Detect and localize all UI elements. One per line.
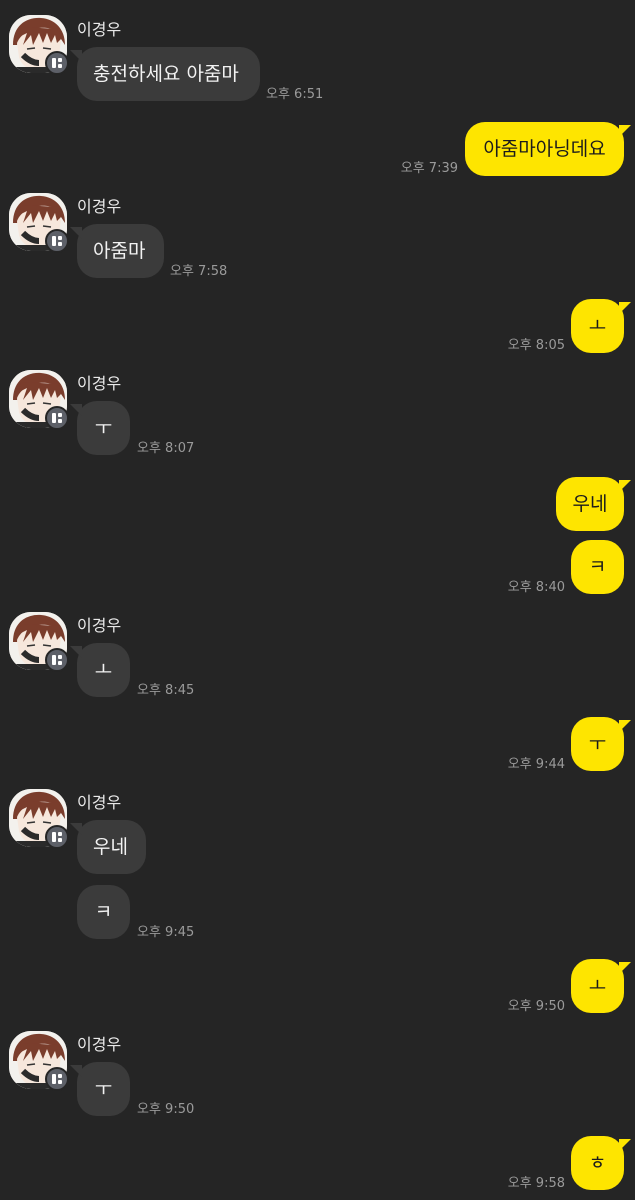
- sender-name: 이경우: [77, 20, 122, 39]
- sender-name: 이경우: [77, 197, 122, 216]
- message-time: 오후 8:45: [137, 683, 195, 698]
- channel-badge-icon: [45, 1067, 69, 1091]
- message-bubble-outgoing[interactable]: ㅗ: [571, 959, 631, 1013]
- message-bubble-outgoing[interactable]: ㅗ: [571, 299, 631, 353]
- sender-name: 이경우: [77, 1035, 122, 1054]
- message-time: 오후 9:45: [137, 925, 195, 940]
- message-bubble-outgoing[interactable]: ㅎ: [571, 1136, 631, 1190]
- channel-badge-icon: [45, 406, 69, 430]
- message-time: 오후 9:58: [507, 1176, 565, 1191]
- channel-badge-icon: [45, 648, 69, 672]
- channel-badge-icon: [45, 825, 69, 849]
- message-time: 오후 7:39: [400, 161, 458, 176]
- message-bubble-incoming[interactable]: 충전하세요 아줌마: [70, 47, 260, 101]
- message-time: 오후 8:40: [507, 580, 565, 595]
- chat-view[interactable]: 이경우 충전하세요 아줌마 오후 6:51 아줌마아닝데요 오후 7:39 이경…: [0, 0, 635, 1200]
- message-time: 오후 9:50: [507, 999, 565, 1014]
- message-bubble-outgoing[interactable]: 우네: [556, 477, 631, 531]
- message-bubble-incoming[interactable]: ㅜ: [70, 401, 130, 455]
- sender-name: 이경우: [77, 374, 122, 393]
- message-time: 오후 9:50: [137, 1102, 195, 1117]
- message-bubble-incoming[interactable]: 아줌마: [70, 224, 164, 278]
- message-bubble-outgoing[interactable]: ㅜ: [571, 717, 631, 771]
- message-bubble-outgoing[interactable]: 아줌마아닝데요: [465, 122, 631, 176]
- channel-badge-icon: [45, 51, 69, 75]
- sender-name: 이경우: [77, 616, 122, 635]
- message-bubble-incoming[interactable]: ㅗ: [70, 643, 130, 697]
- channel-badge-icon: [45, 229, 69, 253]
- sender-name: 이경우: [77, 793, 122, 812]
- message-time: 오후 6:51: [266, 87, 324, 102]
- message-time: 오후 8:05: [507, 338, 565, 353]
- message-time: 오후 9:44: [507, 757, 565, 772]
- message-bubble-incoming[interactable]: ㅜ: [70, 1062, 130, 1116]
- message-bubble-incoming[interactable]: 우네: [70, 820, 146, 874]
- message-time: 오후 8:07: [137, 441, 195, 456]
- message-bubble-incoming[interactable]: ㅋ: [77, 885, 130, 939]
- message-time: 오후 7:58: [170, 264, 228, 279]
- message-bubble-outgoing[interactable]: ㅋ: [571, 540, 624, 594]
